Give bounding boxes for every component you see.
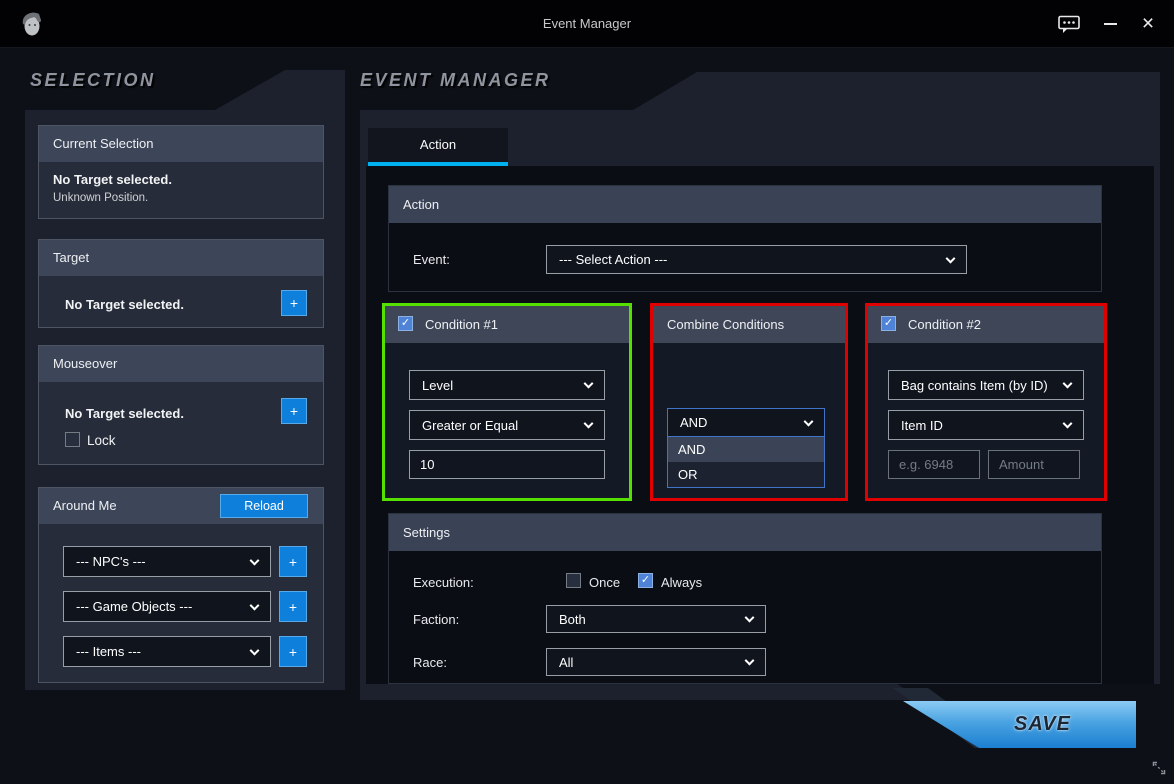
chevron-down-icon — [584, 419, 594, 429]
condition1-operator-dropdown[interactable]: Greater or Equal — [409, 410, 605, 440]
combine-conditions-header: Combine Conditions — [653, 306, 845, 343]
condition2-amount-input[interactable] — [988, 450, 1080, 479]
chevron-down-icon — [745, 656, 755, 666]
always-checkbox-label: Always — [661, 575, 702, 590]
condition1-field-dropdown[interactable]: Level — [409, 370, 605, 400]
condition1-header: Condition #1 — [385, 306, 629, 343]
add-npc-button[interactable]: + — [279, 546, 307, 577]
add-item-button[interactable]: + — [279, 636, 307, 667]
target-header: Target — [39, 240, 323, 276]
target-empty-text: No Target selected. — [65, 297, 184, 312]
titlebar: Event Manager × — [0, 0, 1174, 48]
lock-checkbox-label: Lock — [87, 433, 116, 448]
condition2-subfield-dropdown[interactable]: Item ID — [888, 410, 1084, 440]
condition2-checkbox[interactable] — [881, 316, 896, 331]
game-objects-dropdown[interactable]: --- Game Objects --- — [63, 591, 271, 622]
window-title: Event Manager — [0, 0, 1174, 48]
condition1-checkbox[interactable] — [398, 316, 413, 331]
mouseover-box: Mouseover No Target selected. + Lock — [38, 345, 324, 465]
chevron-down-icon — [250, 600, 260, 610]
chevron-down-icon — [804, 416, 814, 426]
condition2-item-id-input[interactable] — [888, 450, 980, 479]
settings-group: Settings Execution: Once Always Faction:… — [388, 513, 1102, 684]
combine-operator-dropdown[interactable]: AND — [667, 408, 825, 437]
minimize-button[interactable] — [1097, 11, 1123, 37]
main-title: EVENT MANAGER — [360, 70, 551, 91]
current-selection-position-text: Unknown Position. — [53, 192, 148, 204]
settings-group-header: Settings — [389, 514, 1101, 551]
sidebar-title: SELECTION — [30, 70, 156, 91]
combine-conditions-frame: Combine Conditions AND AND OR — [650, 303, 848, 501]
condition2-field-dropdown[interactable]: Bag contains Item (by ID) — [888, 370, 1084, 400]
condition1-frame: Condition #1 Level Greater or Equal — [382, 303, 632, 501]
chevron-down-icon — [946, 253, 956, 263]
current-selection-empty-text: No Target selected. — [53, 172, 172, 187]
chevron-down-icon — [1063, 419, 1073, 429]
option-or[interactable]: OR — [668, 462, 824, 487]
race-label: Race: — [413, 655, 447, 670]
chat-icon[interactable] — [1056, 11, 1082, 37]
items-dropdown[interactable]: --- Items --- — [63, 636, 271, 667]
current-selection-box: Current Selection No Target selected. Un… — [38, 125, 324, 219]
race-dropdown[interactable]: All — [546, 648, 766, 676]
add-game-object-button[interactable]: + — [279, 591, 307, 622]
action-group-header: Action — [389, 186, 1101, 223]
resize-grip-icon[interactable] — [1150, 759, 1168, 777]
npcs-dropdown[interactable]: --- NPC's --- — [63, 546, 271, 577]
condition2-label: Condition #2 — [908, 306, 981, 343]
once-checkbox-label: Once — [589, 575, 620, 590]
current-selection-header: Current Selection — [39, 126, 323, 162]
combine-operator-options: AND OR — [667, 437, 825, 488]
option-and[interactable]: AND — [668, 437, 824, 462]
target-box: Target No Target selected. + — [38, 239, 324, 328]
close-button[interactable]: × — [1135, 11, 1161, 37]
mouseover-header: Mouseover — [39, 346, 323, 382]
chevron-down-icon — [1063, 379, 1073, 389]
chevron-down-icon — [250, 555, 260, 565]
tab-action[interactable]: Action — [368, 128, 508, 166]
faction-dropdown[interactable]: Both — [546, 605, 766, 633]
condition2-header: Condition #2 — [868, 306, 1104, 343]
save-button[interactable]: SAVE — [903, 701, 1136, 748]
action-group: Action Event: --- Select Action --- — [388, 185, 1102, 292]
add-mouseover-button[interactable]: + — [281, 398, 307, 424]
event-dropdown[interactable]: --- Select Action --- — [546, 245, 967, 274]
condition1-value-input[interactable] — [409, 450, 605, 479]
once-checkbox[interactable] — [566, 573, 581, 588]
lock-checkbox[interactable] — [65, 432, 80, 447]
event-manager-window: Event Manager × SELECTION Current Select… — [0, 0, 1174, 784]
around-me-box: Around Me Reload --- NPC's --- + --- Gam… — [38, 487, 324, 683]
add-target-button[interactable]: + — [281, 290, 307, 316]
event-label: Event: — [413, 252, 450, 267]
condition1-label: Condition #1 — [425, 306, 498, 343]
chevron-down-icon — [745, 613, 755, 623]
chevron-down-icon — [584, 379, 594, 389]
chevron-down-icon — [250, 645, 260, 655]
reload-button[interactable]: Reload — [220, 494, 308, 518]
always-checkbox[interactable] — [638, 573, 653, 588]
mouseover-empty-text: No Target selected. — [65, 406, 184, 421]
execution-label: Execution: — [413, 575, 474, 590]
condition2-frame: Condition #2 Bag contains Item (by ID) I… — [865, 303, 1107, 501]
faction-label: Faction: — [413, 612, 459, 627]
